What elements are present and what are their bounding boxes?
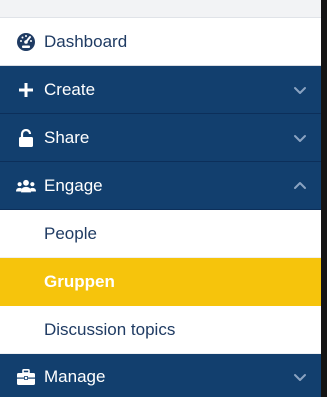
briefcase-icon xyxy=(16,367,36,387)
sidebar-subitem-label: Discussion topics xyxy=(44,319,176,339)
sidebar-subitem-discussion-topics[interactable]: Discussion topics xyxy=(0,306,321,354)
plus-icon xyxy=(16,80,36,100)
sidebar-subitem-label: People xyxy=(44,223,97,243)
sidebar-item-create[interactable]: Create xyxy=(0,66,321,114)
speedometer-icon xyxy=(16,32,36,52)
top-strip xyxy=(0,0,321,18)
sidebar-item-engage[interactable]: Engage xyxy=(0,162,321,210)
sidebar-item-manage[interactable]: Manage xyxy=(0,354,321,397)
chevron-down-icon[interactable] xyxy=(293,131,307,145)
sidebar-item-label: Engage xyxy=(44,175,103,195)
sidebar-item-label: Dashboard xyxy=(44,31,128,51)
sidebar-item-label: Share xyxy=(44,127,90,147)
sidebar-item-label: Create xyxy=(44,79,96,99)
sidebar-subitem-label: Gruppen xyxy=(44,271,115,291)
sidebar-subitem-people[interactable]: People xyxy=(0,210,321,258)
sidebar-item-dashboard[interactable]: Dashboard xyxy=(0,18,321,66)
sidebar-item-share[interactable]: Share xyxy=(0,114,321,162)
sidebar-subitem-gruppen[interactable]: Gruppen xyxy=(0,258,321,306)
sidebar-menu: Dashboard Create Share Engage People Gru… xyxy=(0,0,327,397)
users-icon xyxy=(16,176,36,196)
sidebar-item-label: Manage xyxy=(44,366,106,386)
chevron-down-icon[interactable] xyxy=(293,83,307,97)
chevron-down-icon[interactable] xyxy=(293,370,307,384)
nav-list: Dashboard Create Share Engage People Gru… xyxy=(0,18,321,397)
unlock-icon xyxy=(16,128,36,148)
chevron-up-icon[interactable] xyxy=(293,179,307,193)
